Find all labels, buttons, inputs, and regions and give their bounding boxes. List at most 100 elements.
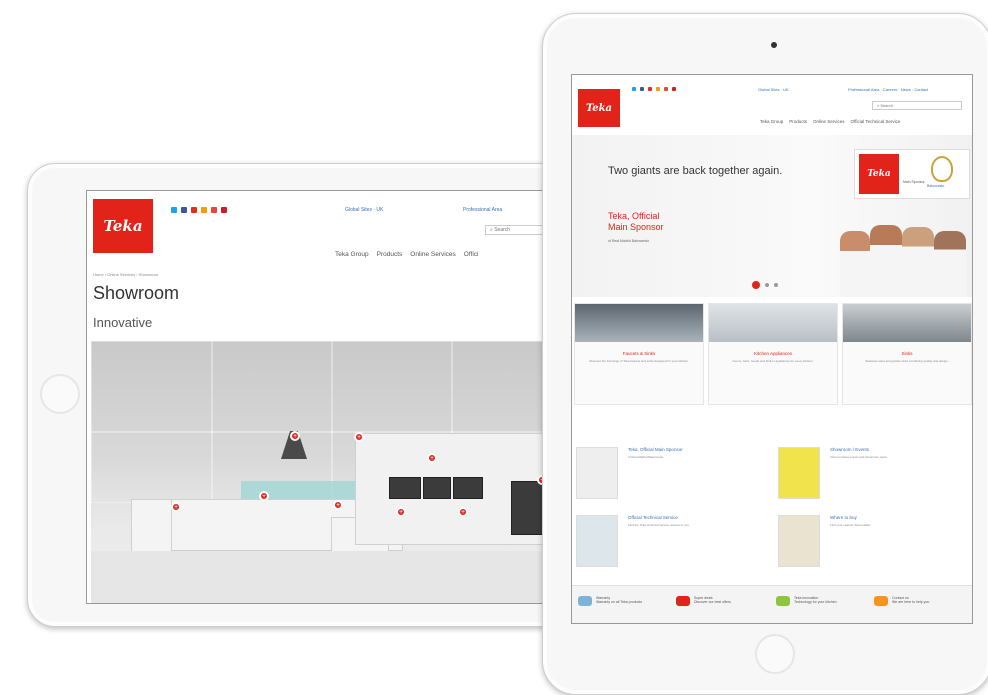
googleplus-icon[interactable] [664, 87, 668, 91]
home-button[interactable] [755, 634, 795, 674]
news-item[interactable]: Teka, Official Main Sponsor of Real Madr… [576, 447, 756, 503]
news-title[interactable]: Showroom / Events [830, 447, 869, 452]
search-icon: ⌕ [490, 227, 493, 233]
nav-official[interactable]: Offici [464, 251, 479, 258]
feature-item[interactable]: Super deals Discover our best offers [676, 596, 731, 606]
pinterest-icon[interactable] [221, 207, 227, 213]
player-image [840, 231, 870, 297]
feature-text: We are here to help you [892, 600, 930, 604]
region-selector[interactable]: Global Sites · UK [345, 207, 383, 213]
news-thumb [778, 515, 820, 567]
real-madrid-crest-icon [931, 156, 953, 182]
youtube-icon[interactable] [648, 87, 652, 91]
googleplus-icon[interactable] [211, 207, 217, 213]
card-text: Discover the full range of Teka faucets … [589, 359, 689, 363]
teka-logo[interactable]: Teka [578, 89, 620, 127]
eye-icon [578, 596, 592, 606]
search-placeholder: Search [494, 227, 511, 233]
top-links[interactable]: Professional Area · Careers · News · Con… [848, 87, 928, 92]
home-button[interactable] [40, 374, 80, 414]
rss-icon[interactable] [201, 207, 207, 213]
news-item[interactable]: Official Technical Service Find the Teka… [576, 515, 756, 571]
rss-icon[interactable] [656, 87, 660, 91]
news-title[interactable]: Teka, Official Main Sponsor [628, 447, 683, 452]
youtube-icon[interactable] [191, 207, 197, 213]
hero-sponsor-caption: of Real Madrid Baloncesto [608, 239, 650, 243]
player-image [902, 227, 934, 297]
hotspot[interactable]: + [427, 453, 437, 463]
news-item[interactable]: Where to buy Find your nearest Teka reta… [778, 515, 958, 571]
hotspot[interactable]: + [333, 500, 343, 510]
feature-text: Technology for your kitchen [794, 600, 837, 604]
feature-text: Discover our best offers [694, 600, 731, 604]
pinterest-icon[interactable] [672, 87, 676, 91]
main-nav: Teka Group Products Online Services Offi… [335, 251, 479, 258]
carousel-dot[interactable] [774, 283, 778, 287]
feature-item[interactable]: Warranty Warranty on all Teka products [578, 596, 642, 606]
hotspot[interactable]: + [259, 491, 269, 501]
search-placeholder: Search [880, 103, 894, 108]
hotspot[interactable]: + [458, 507, 468, 517]
box-caption: Main Sponsor [903, 180, 925, 184]
oven-1 [389, 477, 421, 499]
oven-column [511, 481, 543, 535]
facebook-icon[interactable] [181, 207, 187, 213]
sponsor-logo-box: Teka Main Sponsor Baloncesto [854, 149, 970, 199]
sponsor-line-1: Teka, Official [608, 211, 660, 221]
card-text: Stainless steel and granite sinks combin… [865, 359, 949, 363]
news-text: Find the Teka technical service nearest … [628, 523, 690, 527]
news-text: of Real Madrid Baloncesto [628, 455, 664, 459]
camera-icon [771, 42, 777, 48]
page-title: Showroom [93, 283, 180, 303]
feature-text: Warranty on all Teka products [596, 600, 643, 604]
news-item[interactable]: Showroom / Events Visit our latest event… [778, 447, 958, 503]
hero-banner[interactable]: Two giants are back together again. Teka… [572, 135, 972, 297]
news-title[interactable]: Where to buy [830, 515, 857, 520]
hotspot[interactable]: + [171, 502, 181, 512]
hotspot[interactable]: + [396, 507, 406, 517]
card-title[interactable]: Kitchen Appliances [709, 351, 837, 356]
breadcrumb[interactable]: Home › Online Services › Showroom [93, 272, 158, 277]
news-title[interactable]: Official Technical Service [628, 515, 678, 520]
teka-logo[interactable]: Teka [93, 199, 153, 253]
player-image [870, 225, 902, 297]
card-image [843, 304, 971, 342]
carousel-dots[interactable] [752, 281, 778, 289]
tablet-portrait: Teka Global Sites · UK Professional Area… [542, 13, 988, 695]
card-title[interactable]: Faucets & Sinks [575, 351, 703, 356]
nav-teka-group[interactable]: Teka Group [760, 119, 783, 124]
facebook-icon[interactable] [640, 87, 644, 91]
teka-mini-logo: Teka [859, 154, 899, 194]
news-thumb [778, 447, 820, 499]
product-card[interactable]: Sinks Stainless steel and granite sinks … [842, 303, 972, 405]
carousel-dot-active[interactable] [752, 281, 760, 289]
hero-sponsor-title: Teka, Official Main Sponsor [608, 211, 664, 233]
hero-headline: Two giants are back together again. [608, 165, 783, 177]
player-image [934, 231, 966, 297]
product-card[interactable]: Faucets & Sinks Discover the full range … [574, 303, 704, 405]
nav-teka-group[interactable]: Teka Group [335, 251, 369, 258]
region-selector[interactable]: Global Sites · UK [758, 87, 789, 92]
card-title[interactable]: Sinks [843, 351, 971, 356]
twitter-icon[interactable] [171, 207, 177, 213]
nav-online-services[interactable]: Online Services [813, 119, 845, 124]
twitter-icon[interactable] [632, 87, 636, 91]
hotspot[interactable]: + [290, 431, 300, 441]
oven-2 [423, 477, 451, 499]
nav-products[interactable]: Products [789, 119, 807, 124]
hotspot[interactable]: + [354, 432, 364, 442]
product-card[interactable]: Kitchen Appliances Ovens, hobs, hoods an… [708, 303, 838, 405]
feature-item[interactable]: Teka innovation Technology for your kitc… [776, 596, 837, 606]
search-input[interactable]: ⌕ Search [872, 101, 962, 110]
nav-online-services[interactable]: Online Services [410, 251, 456, 258]
nav-products[interactable]: Products [377, 251, 403, 258]
professional-area-link[interactable]: Professional Area [463, 207, 502, 213]
news-thumb [576, 447, 618, 499]
oven-3 [453, 477, 483, 499]
list-icon [676, 596, 690, 606]
tablet-landscape: Teka Global Sites · UK Professional Area… [27, 163, 629, 627]
feature-item[interactable]: Contact us We are here to help you [874, 596, 929, 606]
nav-technical-service[interactable]: Official Technical Service [851, 119, 901, 124]
card-text: Ovens, hobs, hoods and built-in applianc… [732, 359, 814, 363]
carousel-dot[interactable] [765, 283, 769, 287]
